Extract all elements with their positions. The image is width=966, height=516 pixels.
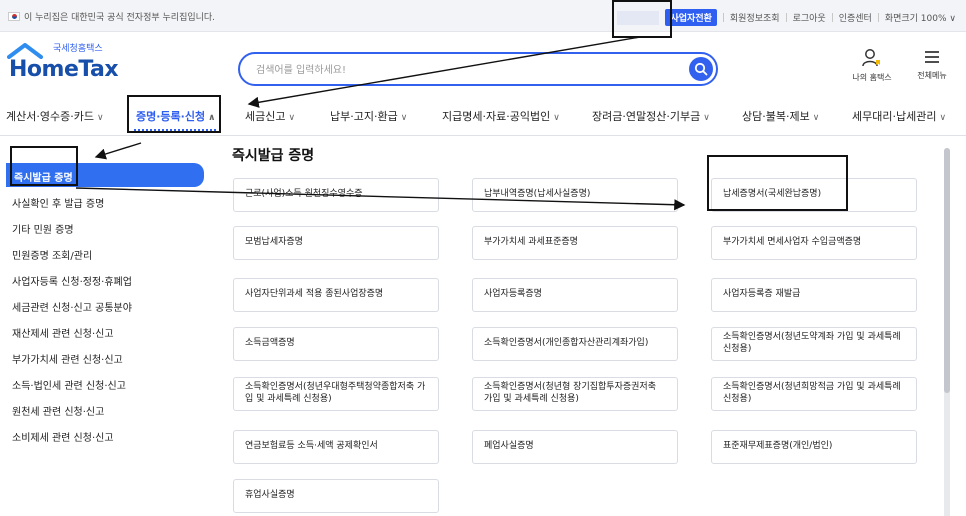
zoom-select[interactable]: 화면크기 100% ∨ — [885, 11, 956, 24]
logo-text: HomeTax — [9, 57, 119, 82]
cert-button[interactable]: 모범납세자증명 — [233, 226, 439, 260]
my-hometax-button[interactable]: 나의 홈택스 — [842, 48, 902, 83]
cert-button[interactable]: 소득확인증명서(청년도약계좌 가입 및 과세특례 신청용) — [711, 327, 917, 361]
chevron-down-icon: ∨ — [812, 113, 820, 123]
business-switch-button[interactable]: 사업자전환 — [665, 9, 717, 26]
nav-label: 상담·불복·제보 — [742, 110, 810, 123]
sidebar-item-fact-check-cert[interactable]: 사실확인 후 발급 증명 — [12, 195, 104, 210]
divider — [831, 13, 833, 22]
divider — [785, 13, 787, 22]
my-hometax-label: 나의 홈택스 — [852, 73, 892, 82]
cert-button[interactable]: 표준재무제표증명(개인/법인) — [711, 430, 917, 464]
sidebar-item-consumption-tax[interactable]: 소비제세 관련 신청·신고 — [12, 429, 114, 444]
divider — [722, 13, 724, 22]
cert-button[interactable]: 소득확인증명서(청년우대형주택청약종합저축 가입 및 과세특례 신청용) — [233, 377, 439, 411]
page-title: 즉시발급 증명 — [232, 148, 315, 164]
cert-button[interactable]: 연금보험료등 소득·세액 공제확인서 — [233, 430, 439, 464]
active-nav-underline — [134, 128, 216, 131]
chevron-up-icon: ∧ — [208, 113, 216, 123]
cert-button[interactable]: 사업자등록증 재발급 — [711, 278, 917, 312]
search-box — [238, 52, 718, 86]
nav-label: 지급명세·자료·공익법인 — [442, 110, 551, 123]
sidebar-item-instant-cert[interactable]: 즉시발급 증명 — [6, 163, 204, 187]
nav-label: 납부·고지·환급 — [330, 110, 398, 123]
cert-button[interactable]: 소득금액증명 — [233, 327, 439, 361]
nav-label: 세금신고 — [245, 110, 286, 123]
chevron-down-icon: ∨ — [96, 113, 104, 123]
nav-statement[interactable]: 지급명세·자료·공익법인 ∨ — [442, 108, 560, 124]
gov-notice-text: 이 누리집은 대한민국 공식 전자정부 누리집입니다. — [24, 13, 216, 23]
sidebar-item-property-tax[interactable]: 재산제세 관련 신청·신고 — [12, 325, 114, 340]
cert-button[interactable]: 사업자단위과세 적용 종된사업장증명 — [233, 278, 439, 312]
search-icon — [694, 62, 708, 76]
sidebar: 즉시발급 증명 사실확인 후 발급 증명 기타 민원 증명 민원증명 조회/관리… — [0, 136, 210, 516]
main-content: 즉시발급 증명 근로(사업)소득 원천징수영수증 납부내역증명(납세사실증명) … — [210, 136, 966, 516]
sidebar-item-business-registration[interactable]: 사업자등록 신청·정정·휴폐업 — [12, 273, 132, 288]
cert-button[interactable]: 사업자등록증명 — [472, 278, 678, 312]
cert-button[interactable]: 근로(사업)소득 원천징수영수증 — [233, 178, 439, 212]
logout-link[interactable]: 로그아웃 — [793, 11, 826, 24]
sidebar-item-label: 즉시발급 증명 — [14, 173, 73, 184]
nav-label: 계산서·영수증·카드 — [6, 110, 94, 123]
nav-payment[interactable]: 납부·고지·환급 ∨ — [330, 108, 407, 124]
cert-button[interactable]: 납부내역증명(납세사실증명) — [472, 178, 678, 212]
cert-button-tax-payment[interactable]: 납세증명서(국세완납증명) — [711, 178, 917, 212]
cert-button[interactable]: 소득확인증명서(청년희망적금 가입 및 과세특례 신청용) — [711, 377, 917, 411]
chevron-down-icon: ∨ — [400, 113, 408, 123]
sidebar-item-cert-history[interactable]: 민원증명 조회/관리 — [12, 247, 92, 262]
search-input[interactable] — [256, 61, 686, 79]
nav-label: 장려금·연말정산·기부금 — [592, 110, 701, 123]
chevron-down-icon: ∨ — [288, 113, 296, 123]
hamburger-icon — [925, 51, 939, 63]
korea-flag-icon — [8, 12, 20, 21]
all-menu-label: 전체메뉴 — [917, 71, 947, 80]
sidebar-item-common-tax[interactable]: 세금관련 신청·신고 공통분야 — [12, 299, 132, 314]
nav-label: 세무대리·납세관리 — [852, 110, 937, 123]
nav-tax-report[interactable]: 세금신고 ∨ — [245, 108, 295, 124]
sidebar-item-income-corp-tax[interactable]: 소득·법인세 관련 신청·신고 — [12, 377, 126, 392]
user-name-placeholder — [617, 10, 660, 25]
divider — [877, 13, 879, 22]
nav-invoice[interactable]: 계산서·영수증·카드 ∨ — [6, 108, 104, 124]
top-utility-bar: 이 누리집은 대한민국 공식 전자정부 누리집입니다. 사업자전환 회원정보조회… — [0, 0, 966, 32]
nav-label: 증명·등록·신청 — [136, 110, 206, 123]
search-button[interactable] — [689, 57, 713, 81]
hometax-logo[interactable]: 국세청홈택스 HomeTax — [7, 40, 119, 84]
header: 국세청홈택스 HomeTax 나의 홈택스 — [0, 32, 966, 94]
member-info-link[interactable]: 회원정보조회 — [730, 11, 780, 24]
nav-agent[interactable]: 세무대리·납세관리 ∨ — [852, 108, 946, 124]
cert-button[interactable]: 소득확인증명서(청년형 장기집합투자증권저축 가입 및 과세특례 신청용) — [472, 377, 678, 411]
sidebar-item-vat[interactable]: 부가가치세 관련 신청·신고 — [12, 351, 123, 366]
chevron-down-icon: ∨ — [703, 113, 710, 123]
cert-button[interactable]: 폐업사실증명 — [472, 430, 678, 464]
nav-consult[interactable]: 상담·불복·제보 ∨ — [742, 108, 819, 124]
gov-notice: 이 누리집은 대한민국 공식 전자정부 누리집입니다. — [8, 10, 215, 23]
sidebar-item-withholding-tax[interactable]: 원천세 관련 신청·신고 — [12, 403, 104, 418]
cert-button[interactable]: 휴업사실증명 — [233, 479, 439, 513]
cert-button[interactable]: 소득확인증명서(개인종합자산관리계좌가입) — [472, 327, 678, 361]
top-links: 사업자전환 회원정보조회 로그아웃 인증센터 화면크기 100% ∨ — [617, 9, 956, 26]
user-icon — [862, 49, 880, 67]
cert-button[interactable]: 부가가치세 과세표준증명 — [472, 226, 678, 260]
chevron-down-icon: ∨ — [939, 113, 947, 123]
chevron-down-icon: ∨ — [553, 113, 560, 123]
scrollbar-thumb[interactable] — [944, 148, 950, 393]
all-menu-button[interactable]: 전체메뉴 — [904, 48, 960, 81]
nav-certificate[interactable]: 증명·등록·신청 ∧ — [136, 108, 215, 124]
cert-center-link[interactable]: 인증센터 — [839, 11, 872, 24]
cert-button[interactable]: 부가가치세 면세사업자 수입금액증명 — [711, 226, 917, 260]
sidebar-item-other-cert[interactable]: 기타 민원 증명 — [12, 221, 74, 236]
nav-incentive[interactable]: 장려금·연말정산·기부금 ∨ — [592, 108, 710, 124]
logo-subtitle: 국세청홈택스 — [53, 44, 103, 54]
